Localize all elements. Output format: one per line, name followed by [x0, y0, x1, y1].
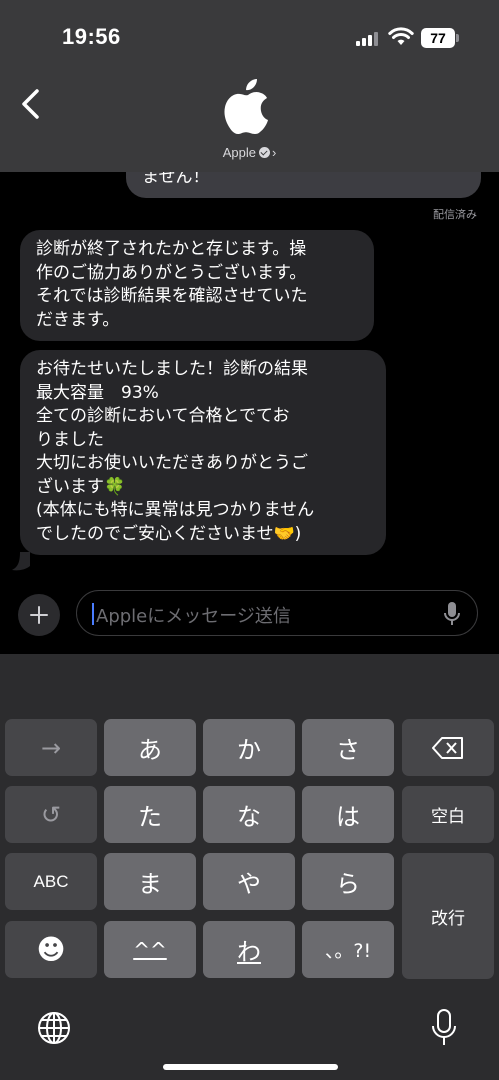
abc-key[interactable]: ABC — [5, 853, 97, 910]
emoji-key[interactable]: ☻ — [5, 921, 97, 978]
return-key[interactable]: 改行 — [402, 853, 494, 979]
message-line: それでは診断結果を確認させていた — [36, 286, 308, 306]
contact-name-link[interactable]: Apple › — [0, 145, 499, 160]
back-chevron-icon[interactable] — [18, 88, 44, 120]
dictation-mic-icon[interactable] — [442, 601, 462, 627]
message-line: (本体にも特に異常は見つかりません — [36, 500, 315, 520]
delete-key[interactable] — [402, 719, 494, 776]
key-label: ら — [336, 870, 360, 898]
wifi-icon — [388, 27, 414, 45]
message-line: 診断が終了されたかと存じます。操 — [36, 239, 307, 259]
key-ma[interactable]: ま — [104, 853, 196, 910]
key-label: → — [40, 733, 62, 762]
key-ka[interactable]: か — [203, 719, 295, 776]
delivered-status: 配信済み — [433, 208, 477, 221]
apps-plus-button[interactable] — [18, 594, 60, 636]
keyboard-mic-icon[interactable] — [430, 1008, 458, 1048]
message-line: 最大容量 93% — [36, 382, 159, 403]
undo-key[interactable]: ↺ — [5, 786, 97, 843]
key-ya[interactable]: や — [203, 853, 295, 910]
key-na[interactable]: な — [203, 786, 295, 843]
key-label: は — [336, 803, 360, 831]
message-line: 全ての診断において合格とでてお — [36, 406, 290, 426]
battery-icon: 77 — [421, 28, 455, 48]
message-line: りました — [36, 429, 104, 450]
key-label: た — [138, 803, 162, 831]
globe-icon[interactable] — [36, 1010, 72, 1046]
cellular-signal-icon — [356, 30, 382, 46]
key-label: さ — [336, 736, 360, 764]
key-label: ま — [138, 870, 162, 898]
key-label: 、。?! — [324, 940, 372, 962]
message-input-placeholder: Appleにメッセージ送信 — [96, 606, 291, 627]
home-indicator[interactable] — [163, 1064, 338, 1070]
chevron-right-icon: › — [271, 145, 277, 160]
key-ta[interactable]: た — [104, 786, 196, 843]
key-label: わ — [237, 938, 261, 966]
battery-cap — [456, 34, 459, 42]
key-label: か — [237, 736, 261, 764]
message-line: だきます。 — [36, 309, 120, 330]
key-label: ABC — [33, 871, 69, 891]
received-message-bubble[interactable]: 診断が終了されたかと存じます。操 作のご協力ありがとうございます。 それでは診断… — [20, 230, 374, 341]
apple-logo-icon[interactable] — [222, 76, 274, 136]
key-label: ^^ — [133, 937, 167, 962]
key-label: ↺ — [40, 800, 62, 829]
key-wa[interactable]: わ — [203, 921, 295, 978]
message-line: 大切にお使いいただきありがとうご — [36, 453, 308, 473]
verified-badge-icon — [258, 147, 270, 158]
space-key[interactable]: 空白 — [402, 786, 494, 843]
key-ra[interactable]: ら — [302, 853, 394, 910]
message-input[interactable]: Appleにメッセージ送信 — [76, 590, 478, 636]
delete-backspace-icon — [432, 736, 463, 759]
next-candidate-key[interactable]: → — [5, 719, 97, 776]
key-punctuation[interactable]: 、。?! — [302, 921, 394, 978]
received-message-bubble[interactable]: お待たせいたしました！診断の結果 最大容量 93% 全ての診断において合格とでて… — [20, 350, 386, 555]
message-line: お待たせいたしました！診断の結果 — [36, 359, 308, 379]
key-label: あ — [138, 736, 162, 764]
status-time: 19:56 — [62, 24, 121, 49]
message-line: でしたのでご安心くださいませ🤝) — [36, 523, 302, 544]
key-label: 改行 — [431, 908, 465, 929]
key-label: 空白 — [431, 807, 465, 827]
key-label: や — [237, 870, 261, 898]
text-caret — [92, 603, 94, 625]
contact-name: Apple — [222, 145, 256, 160]
nav-header: 19:56 77 Apple › — [0, 0, 499, 172]
emoji-icon: ☻ — [36, 933, 66, 966]
bubble-tail — [12, 552, 30, 571]
key-kaomoji[interactable]: ^^ — [104, 921, 196, 978]
key-ha[interactable]: は — [302, 786, 394, 843]
message-line: ざいます🍀 — [36, 476, 126, 497]
key-label: な — [237, 803, 261, 831]
key-sa[interactable]: さ — [302, 719, 394, 776]
key-a[interactable]: あ — [104, 719, 196, 776]
message-line: 作のご協力ありがとうございます。 — [36, 262, 307, 283]
